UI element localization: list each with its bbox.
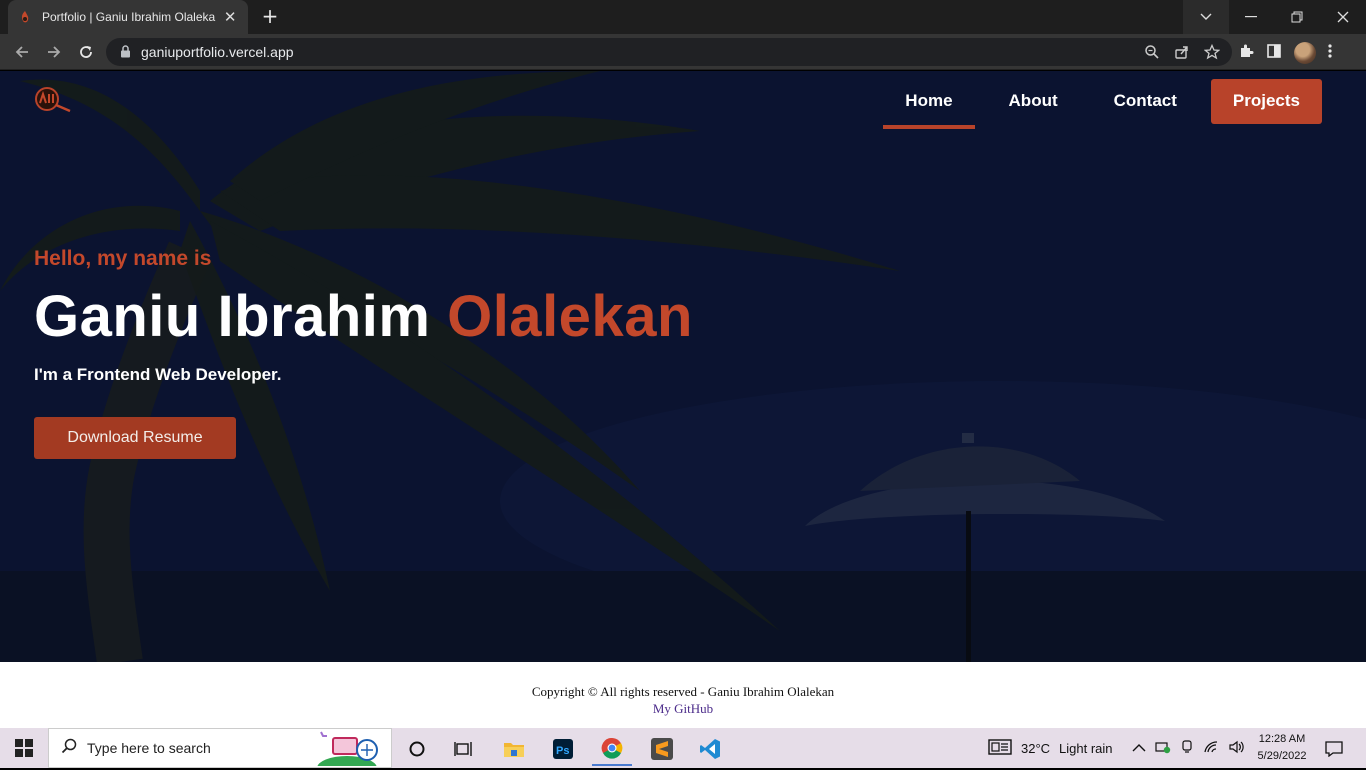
portfolio-page: Home About Contact Projects Hello, my na… [0, 71, 1366, 662]
tab-close-icon[interactable]: ✕ [222, 8, 238, 26]
new-tab-button[interactable]: + [258, 6, 282, 28]
share-icon[interactable] [1174, 44, 1190, 64]
hero-name-first: Ganiu Ibrahim [34, 284, 431, 349]
portfolio-favicon-icon [18, 10, 32, 24]
network-icon[interactable] [1203, 740, 1219, 757]
reload-icon[interactable] [74, 40, 98, 64]
site-logo[interactable] [34, 85, 74, 113]
restore-icon[interactable] [1274, 0, 1320, 34]
copyright-text: Copyright © All rights reserved - Ganiu … [531, 684, 835, 699]
omnibox[interactable]: ganiuportfolio.vercel.app [106, 38, 1232, 66]
weather-desc: Light rain [1059, 740, 1113, 756]
clock-time: 12:28 AM [1258, 733, 1306, 745]
hero-role: I'm a Frontend Web Developer. [34, 365, 282, 384]
taskbar-search-box[interactable]: Type here to search [48, 726, 392, 770]
cortana-icon[interactable] [397, 732, 437, 766]
hero-greeting: Hello, my name is [34, 247, 212, 270]
address-bar-row: ganiuportfolio.vercel.app [0, 34, 1366, 70]
weather-widget[interactable]: 32°C Light rain [988, 728, 1113, 768]
windows-taskbar: Type here to search Ps 32°C Light rain 1… [0, 726, 1366, 770]
taskbar-clock[interactable]: 12:28 AM 5/29/2022 [1252, 731, 1312, 765]
svg-text:Ps: Ps [556, 745, 569, 757]
zoom-icon[interactable] [1144, 44, 1160, 64]
vscode-icon[interactable] [690, 732, 730, 766]
url-text[interactable]: ganiuportfolio.vercel.app [141, 44, 294, 60]
tab-search-icon[interactable] [1183, 0, 1229, 34]
sidepanel-icon[interactable] [1266, 43, 1282, 63]
windows-start-icon[interactable] [0, 728, 48, 768]
device-icon[interactable] [1180, 739, 1194, 757]
task-view-icon[interactable] [444, 732, 484, 766]
chrome-icon[interactable] [592, 732, 632, 766]
github-link[interactable]: My GitHub [653, 701, 713, 716]
search-icon [61, 738, 77, 758]
nav-home-link[interactable]: Home [883, 78, 975, 129]
file-explorer-icon[interactable] [494, 732, 534, 766]
battery-sync-icon[interactable] [1155, 740, 1171, 757]
weather-icon [988, 738, 1012, 758]
chevron-up-icon[interactable] [1132, 741, 1146, 756]
search-placeholder: Type here to search [87, 740, 211, 756]
search-highlight-icon [309, 726, 385, 770]
forward-icon[interactable] [42, 40, 66, 64]
main-navigation: Home About Contact Projects [871, 78, 1322, 129]
lock-icon[interactable] [120, 43, 131, 62]
photoshop-icon[interactable]: Ps [543, 732, 583, 766]
sublime-icon[interactable] [642, 732, 682, 766]
browser-tab[interactable]: Portfolio | Ganiu Ibrahim Olalekan ✕ [8, 0, 248, 34]
hero-name-last: Olalekan [447, 284, 693, 349]
download-resume-button[interactable]: Download Resume [34, 417, 236, 459]
clock-date: 5/29/2022 [1257, 750, 1307, 762]
hero-section: Hello, my name is Ganiu Ibrahim Olalekan… [34, 247, 693, 459]
nav-about-link[interactable]: About [987, 78, 1080, 125]
star-icon[interactable] [1203, 43, 1221, 64]
nav-projects-button[interactable]: Projects [1210, 79, 1322, 124]
volume-icon[interactable] [1228, 740, 1246, 757]
profile-avatar[interactable] [1294, 42, 1316, 64]
window-close-icon[interactable] [1320, 0, 1366, 34]
tab-title: Portfolio | Ganiu Ibrahim Olalekan [42, 10, 217, 24]
notification-icon[interactable] [1314, 732, 1354, 766]
back-icon[interactable] [10, 40, 34, 64]
page-footer: Copyright © All rights reserved - Ganiu … [0, 662, 1366, 728]
nav-contact-link[interactable]: Contact [1092, 78, 1199, 125]
extensions-icon[interactable] [1238, 43, 1254, 63]
minimize-icon[interactable] [1228, 0, 1274, 34]
menu-icon[interactable] [1328, 43, 1332, 63]
hero-name: Ganiu Ibrahim Olalekan [34, 285, 693, 349]
weather-temp: 32°C [1021, 740, 1051, 756]
system-tray [1132, 728, 1246, 768]
browser-tab-bar: Portfolio | Ganiu Ibrahim Olalekan ✕ + [0, 0, 1366, 34]
